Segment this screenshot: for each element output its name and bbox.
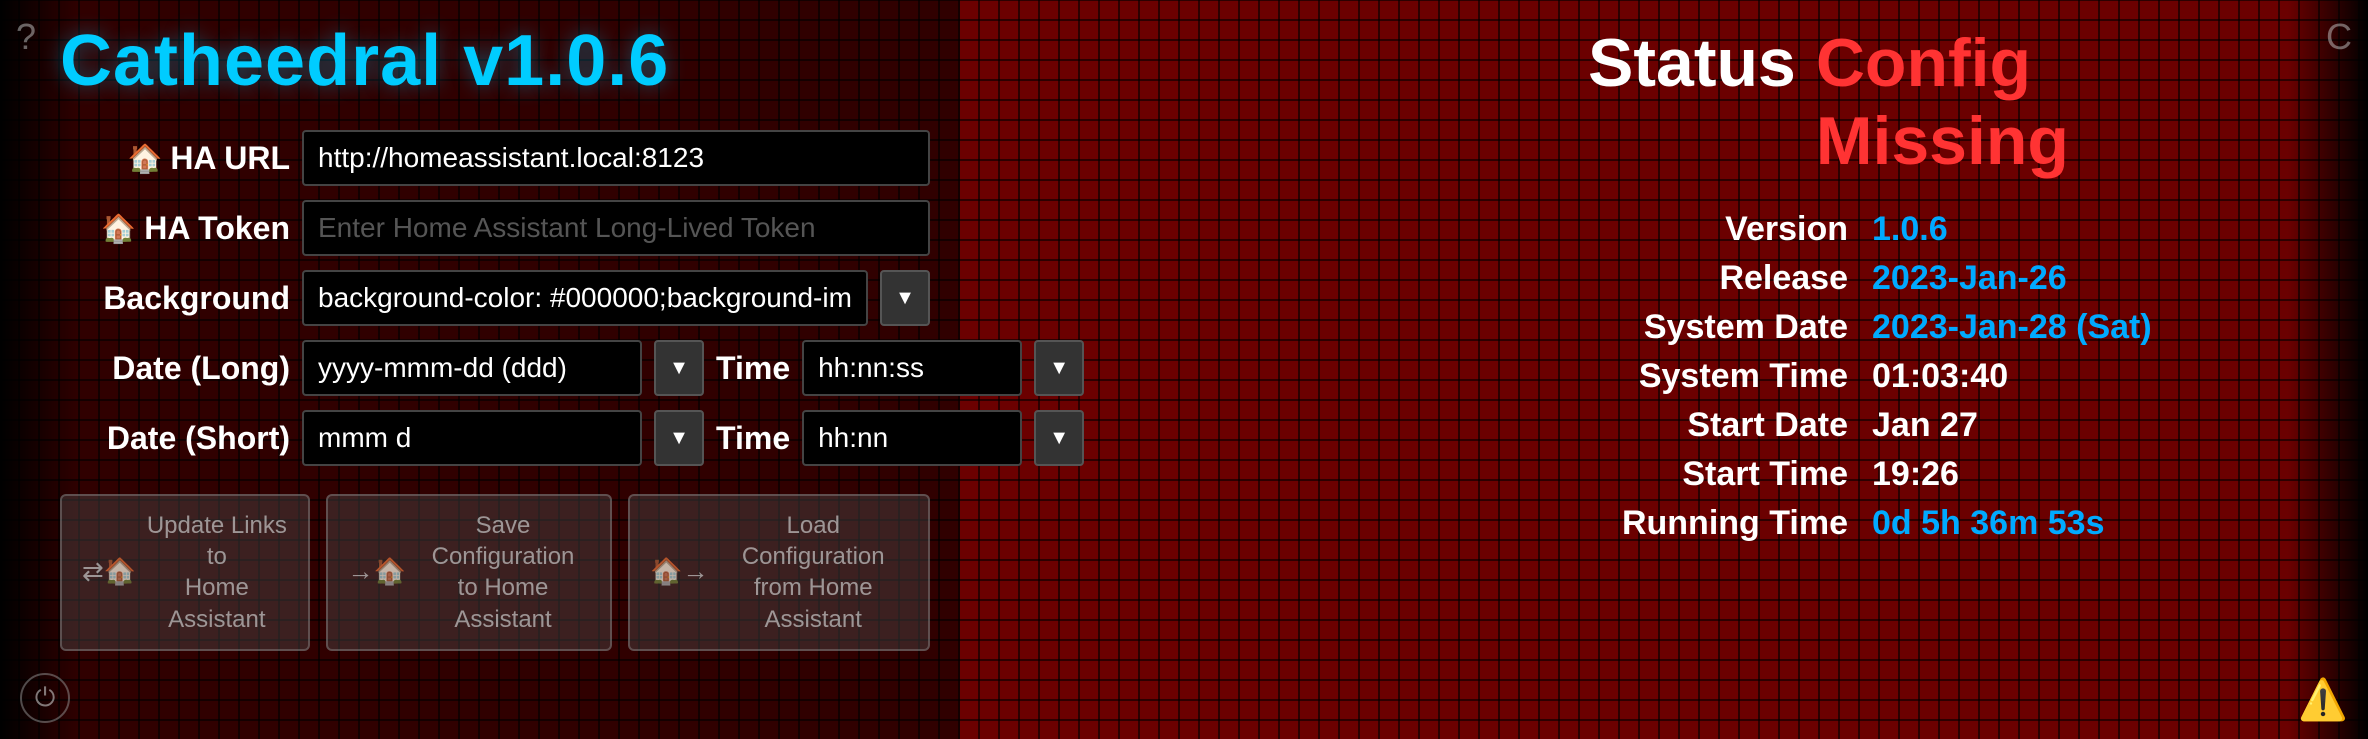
- right-panel: Status Config Missing Version 1.0.6 Releas…: [1568, 0, 2288, 739]
- ha-url-row: 🏠 HA URL: [60, 130, 930, 186]
- ha-token-icon: 🏠: [101, 212, 136, 245]
- status-row-value: 19:26: [1872, 455, 1959, 494]
- date-short-row: Date (Short) Time: [60, 410, 930, 466]
- ha-url-input[interactable]: [302, 130, 930, 186]
- status-row: Start Date Jan 27: [1588, 406, 2268, 445]
- background-row: Background: [60, 270, 930, 326]
- status-row-value: Jan 27: [1872, 406, 1978, 445]
- status-row-value: 01:03:40: [1872, 357, 2008, 396]
- status-row: System Time 01:03:40: [1588, 357, 2268, 396]
- status-row-label: Version: [1588, 210, 1848, 249]
- status-row: Version 1.0.6: [1588, 210, 2268, 249]
- status-row-label: Start Date: [1588, 406, 1848, 445]
- status-row: Start Time 19:26: [1588, 455, 2268, 494]
- bottom-icons: ⏻: [20, 673, 70, 723]
- date-short-input[interactable]: [302, 410, 642, 466]
- status-row-label: Running Time: [1588, 504, 1848, 543]
- help-icon[interactable]: ?: [16, 16, 36, 58]
- time-label-2: Time: [716, 420, 790, 457]
- status-row: Running Time 0d 5h 36m 53s: [1588, 504, 2268, 543]
- date-long-row: Date (Long) Time: [60, 340, 930, 396]
- ha-url-label: 🏠 HA URL: [60, 140, 290, 177]
- load-config-button[interactable]: 🏠→ Load Configurationfrom Home Assistant: [628, 494, 930, 651]
- buttons-row: ⇄🏠 Update Links toHome Assistant →🏠 Save…: [60, 494, 930, 651]
- save-config-button[interactable]: →🏠 Save Configurationto Home Assistant: [326, 494, 613, 651]
- status-row-label: System Time: [1588, 357, 1848, 396]
- ha-token-row: 🏠 HA Token: [60, 200, 930, 256]
- background-label: Background: [60, 280, 290, 317]
- ha-url-icon: 🏠: [127, 142, 162, 175]
- close-icon[interactable]: C: [2326, 16, 2352, 58]
- vignette-right: [2288, 0, 2368, 739]
- status-row: Release 2023-Jan-26: [1588, 259, 2268, 298]
- status-row-value: 0d 5h 36m 53s: [1872, 504, 2104, 543]
- status-row-label: Start Time: [1588, 455, 1848, 494]
- status-row-value: 2023-Jan-28 (Sat): [1872, 308, 2152, 347]
- time-input-1[interactable]: [802, 340, 1022, 396]
- save-config-icon: →🏠: [348, 555, 406, 589]
- left-panel: Catheedral v1.0.6 🏠 HA URL 🏠 HA Token Ba…: [0, 0, 960, 739]
- date-long-dropdown[interactable]: [654, 340, 704, 396]
- background-input[interactable]: [302, 270, 868, 326]
- status-title: Status: [1588, 24, 1796, 102]
- date-long-label: Date (Long): [60, 350, 290, 387]
- time-label-1: Time: [716, 350, 790, 387]
- status-rows: Version 1.0.6 Release 2023-Jan-26 System Dat…: [1588, 210, 2268, 543]
- status-row: System Date 2023-Jan-28 (Sat): [1588, 308, 2268, 347]
- time-dropdown-1[interactable]: [1034, 340, 1084, 396]
- date-short-label: Date (Short): [60, 420, 290, 457]
- date-long-input[interactable]: [302, 340, 642, 396]
- background-dropdown[interactable]: [880, 270, 930, 326]
- power-icon[interactable]: ⏻: [20, 673, 70, 723]
- status-row-value: 2023-Jan-26: [1872, 259, 2067, 298]
- warning-icon[interactable]: ⚠️: [2298, 676, 2348, 723]
- form-section: 🏠 HA URL 🏠 HA Token Background Date (Lon: [60, 130, 930, 466]
- load-config-icon: 🏠→: [650, 555, 708, 589]
- update-links-button[interactable]: ⇄🏠 Update Links toHome Assistant: [60, 494, 310, 651]
- date-short-dropdown[interactable]: [654, 410, 704, 466]
- status-config-missing: Config Missing: [1816, 24, 2268, 180]
- status-row-label: Release: [1588, 259, 1848, 298]
- update-links-icon: ⇄🏠: [82, 555, 136, 589]
- ha-token-label: 🏠 HA Token: [60, 210, 290, 247]
- time-input-2[interactable]: [802, 410, 1022, 466]
- status-row-label: System Date: [1588, 308, 1848, 347]
- status-header: Status Config Missing: [1588, 24, 2268, 180]
- time-dropdown-2[interactable]: [1034, 410, 1084, 466]
- ha-token-input[interactable]: [302, 200, 930, 256]
- app-title: Catheedral v1.0.6: [60, 20, 930, 102]
- status-row-value: 1.0.6: [1872, 210, 1948, 249]
